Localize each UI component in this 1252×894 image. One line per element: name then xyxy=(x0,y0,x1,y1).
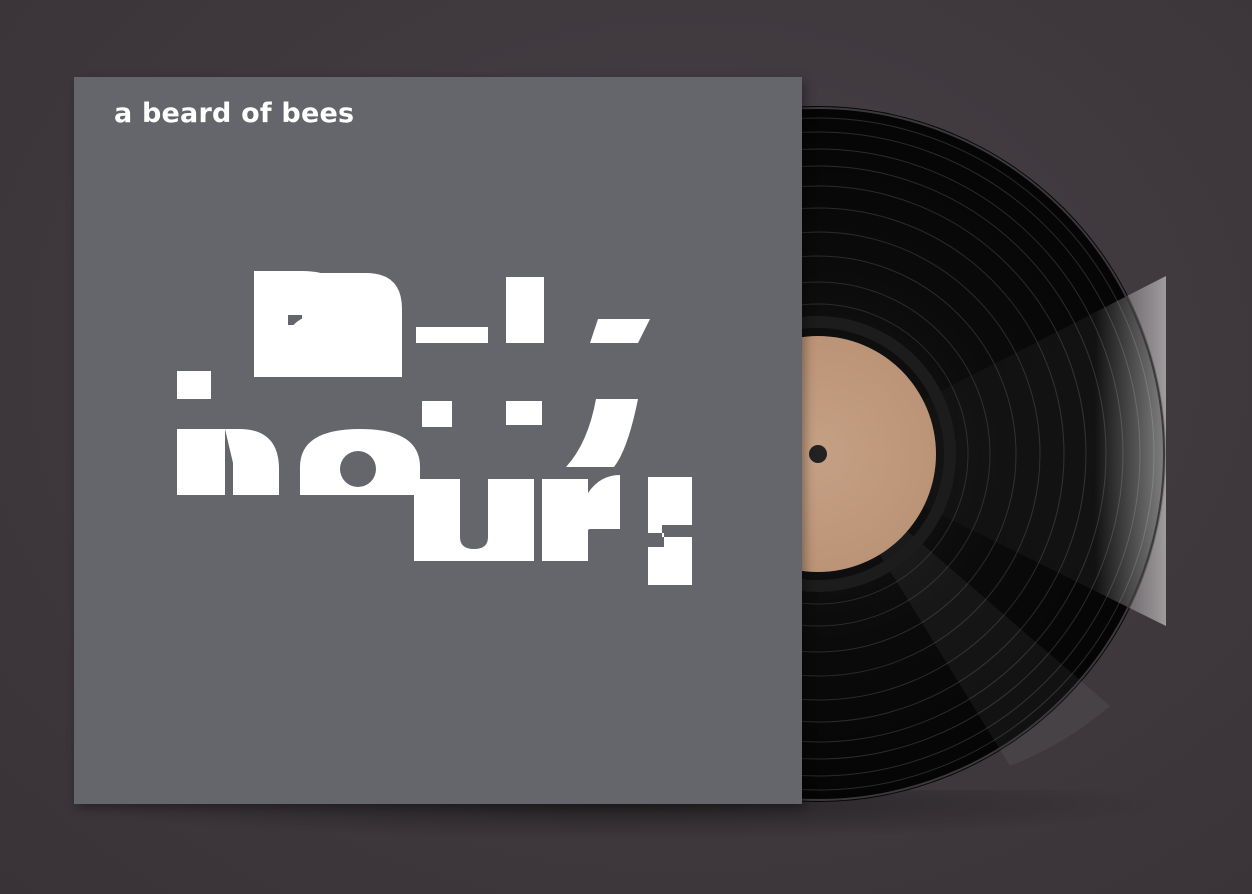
fragment-r2 xyxy=(542,475,620,561)
fragment-e-dot xyxy=(177,371,211,399)
fragment-s xyxy=(648,477,692,585)
fragment-l xyxy=(506,277,544,343)
fragment-r-bottom xyxy=(422,401,452,427)
fragment-l-bottom xyxy=(506,401,542,425)
fragment-r xyxy=(416,327,488,343)
fragment-h xyxy=(177,429,279,495)
album-sleeve: a beard of bees early hours xyxy=(74,77,802,804)
spindle-hole xyxy=(809,445,827,463)
fragmented-title-artwork xyxy=(177,271,692,585)
fragment-o-counter xyxy=(340,451,376,487)
fragment-y-tail xyxy=(566,399,638,467)
fragment-y xyxy=(590,319,650,343)
fragment-u xyxy=(414,479,534,561)
album-mockup-scene: a beard of bees early hours xyxy=(0,0,1252,894)
